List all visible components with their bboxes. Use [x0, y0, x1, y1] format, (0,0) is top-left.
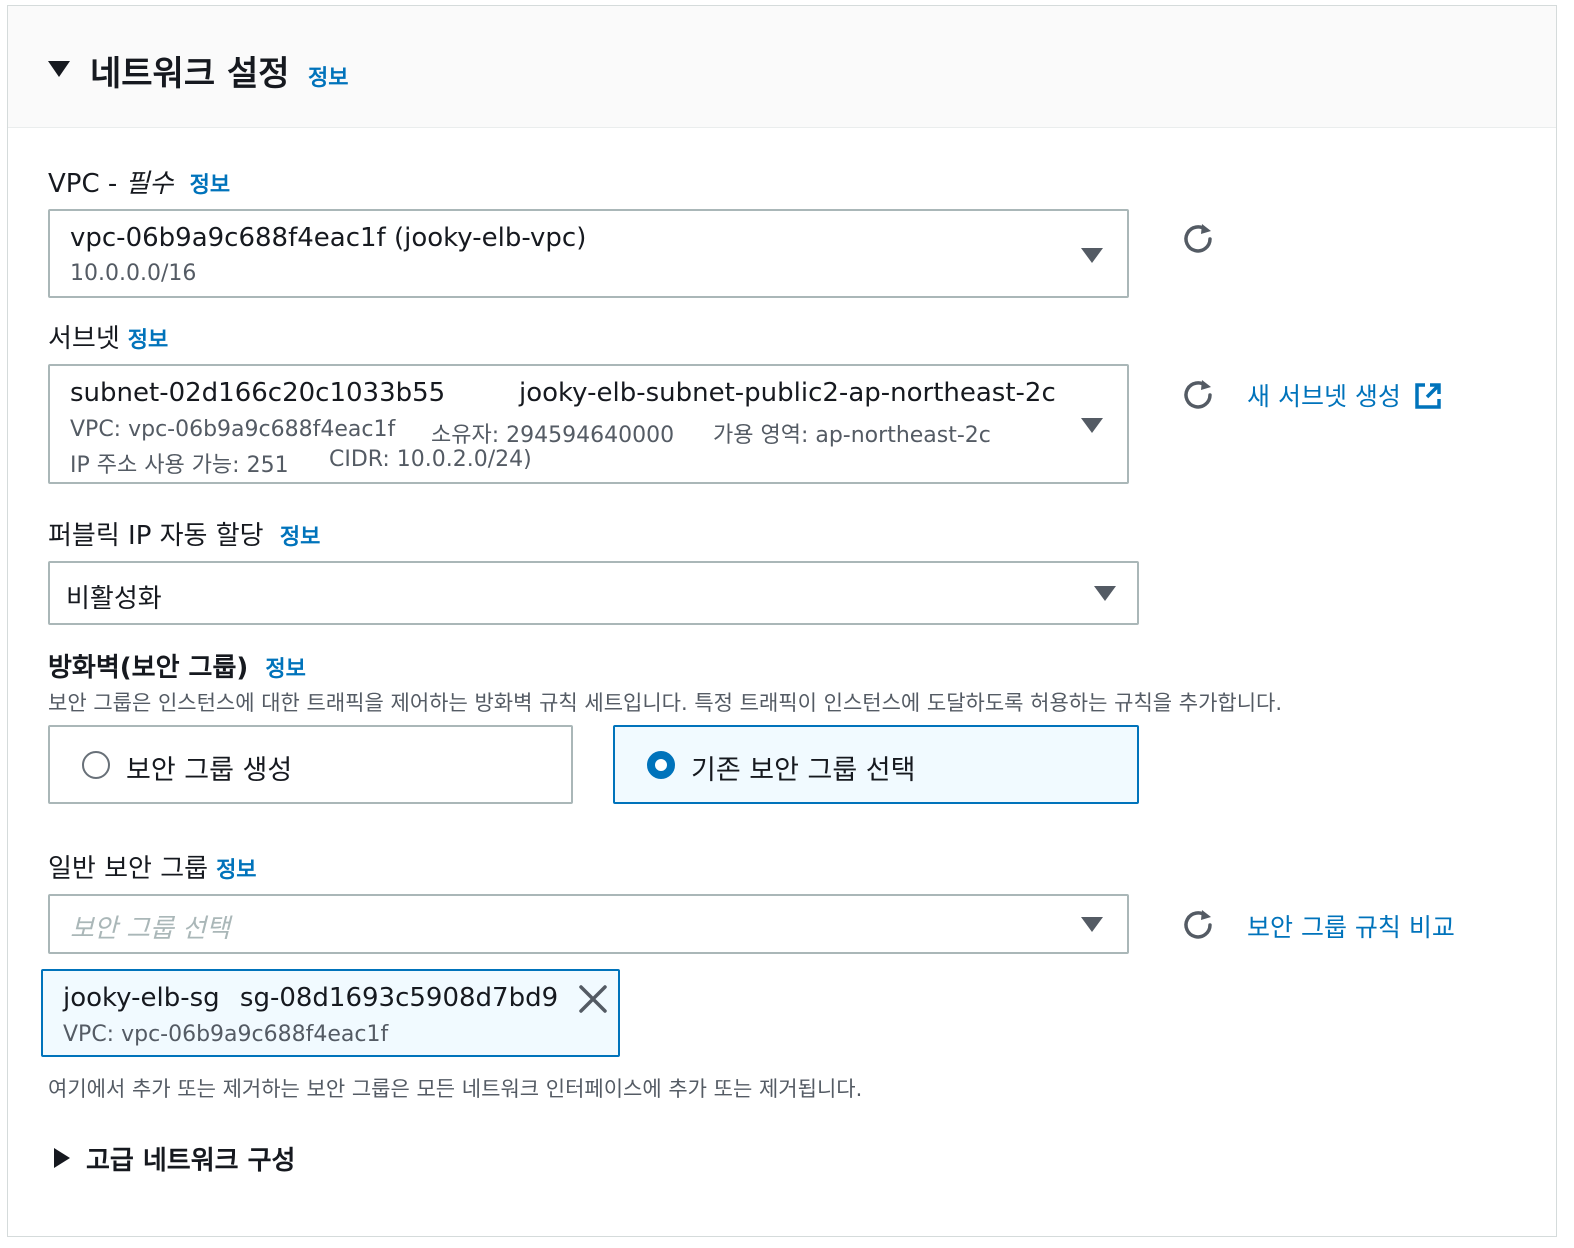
caret-right-icon[interactable]: [54, 1148, 70, 1168]
vpc-required-text: 필수: [125, 169, 174, 199]
public-ip-label-text: 퍼블릭 IP 자동 할당: [48, 521, 264, 551]
caret-down-icon: [1094, 586, 1116, 601]
option-create-sg-label: 보안 그룹 생성: [126, 755, 293, 786]
caret-down-icon: [1081, 418, 1103, 433]
vpc-label: VPC - 필수 정보: [48, 163, 230, 200]
vpc-info-link[interactable]: 정보: [190, 173, 230, 198]
token-name: jooky-elb-sg sg-08d1693c5908d7bd9: [63, 983, 558, 1013]
header-info-link[interactable]: 정보: [308, 60, 348, 92]
public-ip-select[interactable]: 비활성화: [48, 561, 1139, 625]
radio-existing-sg[interactable]: [647, 751, 675, 779]
subnet-select[interactable]: subnet-02d166c20c1033b55 jooky-elb-subne…: [48, 364, 1129, 484]
radio-create-sg[interactable]: [82, 751, 110, 779]
caret-down-icon: [1081, 917, 1103, 932]
subnet-label: 서브넷 정보: [48, 318, 168, 355]
create-subnet-link[interactable]: 새 서브넷 생성: [1247, 377, 1443, 413]
subnet-label-text: 서브넷: [48, 324, 120, 354]
create-subnet-link-text: 새 서브넷 생성: [1247, 382, 1401, 411]
option-create-sg[interactable]: 보안 그룹 생성: [48, 725, 573, 804]
firewall-title: 방화벽(보안 그룹) 정보: [48, 647, 306, 684]
refresh-icon[interactable]: [1180, 377, 1216, 413]
vpc-cidr: 10.0.0.0/16: [70, 261, 197, 286]
refresh-icon[interactable]: [1180, 221, 1216, 257]
common-sg-label: 일반 보안 그룹 정보: [48, 848, 257, 885]
panel-header[interactable]: 네트워크 설정 정보: [8, 6, 1556, 128]
subnet-info-link[interactable]: 정보: [128, 328, 168, 353]
common-sg-info-link[interactable]: 정보: [216, 858, 256, 883]
vpc-label-text: VPC -: [48, 169, 118, 199]
firewall-description: 보안 그룹은 인스턴스에 대한 트래픽을 제어하는 방화벽 규칙 세트입니다. …: [48, 691, 1283, 715]
option-existing-sg[interactable]: 기존 보안 그룹 선택: [613, 725, 1139, 804]
public-ip-value: 비활성화: [66, 584, 162, 614]
subnet-ips: IP 주소 사용 가능: 251: [70, 453, 289, 478]
vpc-select[interactable]: vpc-06b9a9c688f4eac1f (jooky-elb-vpc) 10…: [48, 209, 1129, 298]
refresh-icon[interactable]: [1180, 907, 1216, 943]
external-link-icon: [1415, 383, 1441, 409]
subnet-cidr: CIDR: 10.0.2.0/24): [329, 447, 532, 472]
security-group-placeholder: 보안 그룹 선택: [70, 914, 231, 944]
subnet-vpc: VPC: vpc-06b9a9c688f4eac1f: [70, 417, 396, 442]
public-ip-label: 퍼블릭 IP 자동 할당 정보: [48, 515, 320, 552]
compare-sg-rules-link[interactable]: 보안 그룹 규칙 비교: [1247, 908, 1455, 944]
advanced-network-config-toggle[interactable]: 고급 네트워크 구성: [86, 1140, 295, 1177]
subnet-id: subnet-02d166c20c1033b55: [70, 378, 446, 408]
close-icon[interactable]: [577, 983, 609, 1015]
option-existing-sg-label: 기존 보안 그룹 선택: [691, 755, 916, 786]
token-sg-name: jooky-elb-sg: [63, 983, 220, 1013]
vpc-value: vpc-06b9a9c688f4eac1f (jooky-elb-vpc): [70, 223, 587, 253]
subnet-owner: 소유자: 294594640000: [431, 423, 675, 448]
public-ip-info-link[interactable]: 정보: [280, 525, 320, 550]
security-group-select[interactable]: 보안 그룹 선택: [48, 894, 1129, 954]
panel-title: 네트워크 설정: [90, 54, 290, 94]
firewall-title-text: 방화벽(보안 그룹): [48, 653, 249, 683]
firewall-info-link[interactable]: 정보: [265, 657, 305, 682]
subnet-az: 가용 영역: ap-northeast-2c: [713, 423, 991, 448]
caret-down-icon[interactable]: [48, 61, 70, 77]
selected-security-group-token: jooky-elb-sg sg-08d1693c5908d7bd9 VPC: v…: [41, 969, 620, 1057]
subnet-name: jooky-elb-subnet-public2-ap-northeast-2c: [519, 378, 1056, 408]
caret-down-icon: [1081, 248, 1103, 263]
security-group-note: 여기에서 추가 또는 제거하는 보안 그룹은 모든 네트워크 인터페이스에 추가…: [48, 1077, 863, 1101]
common-sg-label-text: 일반 보안 그룹: [48, 854, 209, 884]
token-sg-id: sg-08d1693c5908d7bd9: [239, 983, 559, 1013]
token-vpc: VPC: vpc-06b9a9c688f4eac1f: [63, 1022, 389, 1047]
